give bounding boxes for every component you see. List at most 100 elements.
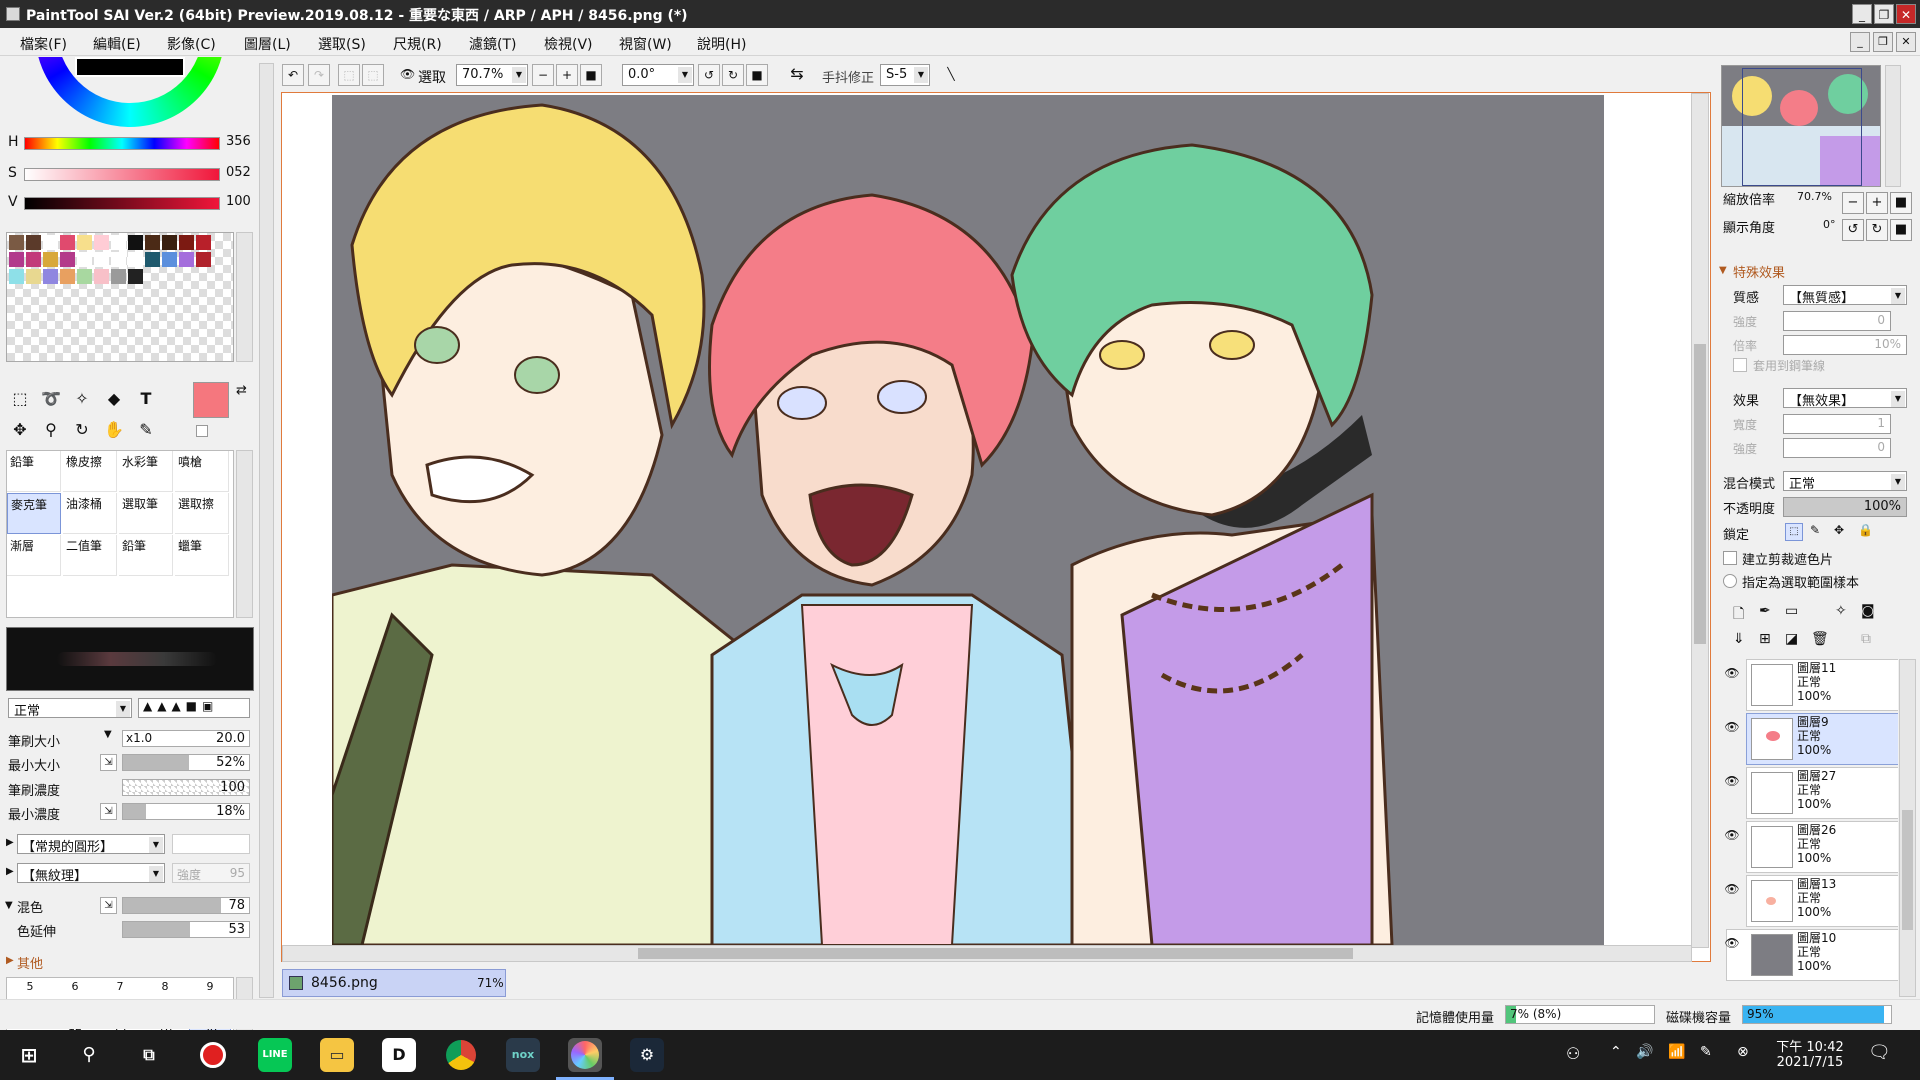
clock[interactable]: 下午 10:42 2021/7/15	[1770, 1036, 1850, 1070]
layer-opacity-slider[interactable]: 100%	[1783, 497, 1907, 517]
layer-blend-select[interactable]: 正常 ▼	[1783, 471, 1907, 492]
brush-gradient[interactable]: 漸層	[7, 535, 61, 576]
transfer-layer-icon[interactable]: ⊞	[1759, 631, 1771, 647]
palette-swatch[interactable]	[43, 269, 58, 284]
layer-row[interactable]: 👁 圖層13 正常 100%	[1724, 875, 1898, 927]
min-density-slider[interactable]: 18%	[122, 803, 250, 820]
document-tab[interactable]: 8456.png 71%	[282, 969, 506, 997]
d-app-icon[interactable]: D	[382, 1038, 416, 1072]
pressure-size-icon[interactable]: ⇲	[100, 754, 117, 771]
line-tool-icon[interactable]: ╲	[940, 64, 962, 86]
stabilizer-select[interactable]: S-5 ▼	[880, 64, 930, 86]
menu-file[interactable]: 檔案(F)	[20, 34, 67, 54]
brush-crayon[interactable]: 蠟筆	[175, 535, 229, 576]
pressure-blend-icon[interactable]: ⇲	[100, 897, 117, 914]
magic-wand-icon[interactable]: ✧	[68, 385, 96, 413]
nav-zoom-reset-icon[interactable]: ■	[1890, 192, 1912, 214]
saturation-slider[interactable]	[24, 168, 220, 181]
nox-icon[interactable]: nox	[506, 1038, 540, 1072]
zoom-out-icon[interactable]: −	[532, 64, 554, 86]
file-explorer-icon[interactable]: ▭	[320, 1038, 354, 1072]
eye-icon[interactable]: 👁	[400, 67, 415, 81]
visibility-eye-icon[interactable]: 👁	[1722, 720, 1742, 736]
visibility-eye-icon[interactable]: 👁	[1722, 882, 1742, 898]
swap-colors-icon[interactable]: ⇄	[236, 383, 247, 398]
brush-pencil-2[interactable]: 鉛筆	[119, 535, 173, 576]
delete-layer-icon[interactable]: 🗑	[1811, 631, 1829, 647]
tray-expand-icon[interactable]: ⌃	[1610, 1044, 1622, 1060]
brush-density-slider[interactable]: 100	[122, 779, 250, 796]
palette-swatch[interactable]	[77, 252, 92, 267]
menu-help[interactable]: 說明(H)	[697, 34, 746, 54]
chrome-icon[interactable]	[444, 1038, 478, 1072]
brush-tip-shape-selector[interactable]: ▲▲▲■▣	[138, 698, 250, 718]
expand-arrow-icon[interactable]: ▶	[6, 955, 14, 966]
brush-shape-strength[interactable]	[172, 834, 250, 854]
texture-select[interactable]: 【無質感】 ▼	[1783, 285, 1907, 306]
volume-icon[interactable]: 🔊	[1636, 1044, 1653, 1060]
palette-swatch[interactable]	[26, 235, 41, 250]
lock-move-icon[interactable]: ✥	[1834, 523, 1844, 537]
canvas-area[interactable]	[281, 92, 1711, 962]
layer-row[interactable]: 👁 圖層27 正常 100%	[1724, 767, 1898, 819]
palette-swatch[interactable]	[128, 235, 143, 250]
palette-swatch[interactable]	[145, 235, 160, 250]
palette-swatch[interactable]	[196, 235, 211, 250]
palette-swatch[interactable]	[111, 252, 126, 267]
people-icon[interactable]: ⚇	[1566, 1044, 1580, 1063]
min-size-slider[interactable]: 52%	[122, 754, 250, 771]
layer-row[interactable]: 👁 圖層9 正常 100%	[1724, 713, 1898, 765]
canvas-horizontal-scrollbar[interactable]	[282, 945, 1692, 962]
menu-ruler[interactable]: 尺規(R)	[393, 34, 442, 54]
zoom-select[interactable]: 70.7% ▼	[456, 64, 528, 86]
palette-swatch[interactable]	[111, 235, 126, 250]
rotate-reset-icon[interactable]: ■	[746, 64, 768, 86]
lock-transparency-icon[interactable]: ⬚	[1785, 523, 1803, 541]
shape-icon[interactable]: ◆	[100, 385, 128, 413]
search-icon[interactable]: ⚲	[72, 1038, 106, 1072]
rotate-icon[interactable]: ↻	[68, 416, 96, 444]
brush-list-scrollbar[interactable]	[236, 450, 253, 618]
layer-properties-icon[interactable]: ⧉	[1861, 631, 1871, 647]
layer-row[interactable]: 👁 圖層10 正常 100%	[1724, 929, 1898, 981]
palette-swatch[interactable]	[77, 235, 92, 250]
palette-swatch[interactable]	[94, 269, 109, 284]
steam-icon[interactable]: ⚙	[630, 1038, 664, 1072]
brush-blend-mode-select[interactable]: 正常 ▼	[8, 698, 132, 719]
move-icon[interactable]: ✥	[6, 416, 34, 444]
apply-stroke-checkbox[interactable]	[1733, 358, 1747, 372]
task-view-icon[interactable]: ⧉	[132, 1038, 166, 1072]
value-slider[interactable]	[24, 197, 220, 210]
restore-button[interactable]: ❐	[1874, 4, 1894, 24]
start-icon[interactable]: ⊞	[12, 1038, 46, 1072]
eyedropper-icon[interactable]: ✎	[132, 416, 160, 444]
zoom-icon[interactable]: ⚲	[37, 416, 65, 444]
action-center-icon[interactable]: 🗨	[1868, 1042, 1891, 1063]
redo-icon[interactable]: ↷	[308, 64, 330, 86]
layer-list-scrollbar[interactable]	[1899, 659, 1916, 997]
rotate-right-icon[interactable]: ↻	[722, 64, 744, 86]
visibility-eye-icon[interactable]: 👁	[1722, 828, 1742, 844]
palette-swatch[interactable]	[60, 235, 75, 250]
layer-row[interactable]: 👁 圖層26 正常 100%	[1724, 821, 1898, 873]
brush-binary-pen[interactable]: 二值筆	[63, 535, 117, 576]
hand-icon[interactable]: ✋	[100, 416, 128, 444]
effect-select[interactable]: 【無效果】 ▼	[1783, 388, 1907, 409]
lock-paint-icon[interactable]: ✎	[1810, 523, 1820, 537]
nav-rotate-right-icon[interactable]: ↻	[1866, 219, 1888, 241]
palette-swatch[interactable]	[60, 252, 75, 267]
visibility-eye-icon[interactable]: 👁	[1722, 936, 1742, 952]
palette-swatch[interactable]	[9, 269, 24, 284]
expand-arrow-icon[interactable]: ▶	[6, 866, 14, 877]
close-button[interactable]: ✕	[1896, 4, 1916, 24]
blend-slider[interactable]: 78	[122, 897, 250, 914]
layer-row[interactable]: 👁 圖層11 正常 100%	[1724, 659, 1898, 711]
menu-window[interactable]: 視窗(W)	[619, 34, 672, 54]
transparent-color-icon[interactable]	[196, 425, 208, 437]
mdi-close-button[interactable]: ✕	[1896, 32, 1916, 52]
collapse-arrow-icon[interactable]: ▼	[5, 900, 13, 911]
clear-layer-icon[interactable]: ◪	[1785, 631, 1798, 647]
palette-swatch[interactable]	[128, 252, 143, 267]
canvas-vertical-scrollbar[interactable]	[1691, 93, 1709, 948]
palette-swatch[interactable]	[43, 235, 58, 250]
